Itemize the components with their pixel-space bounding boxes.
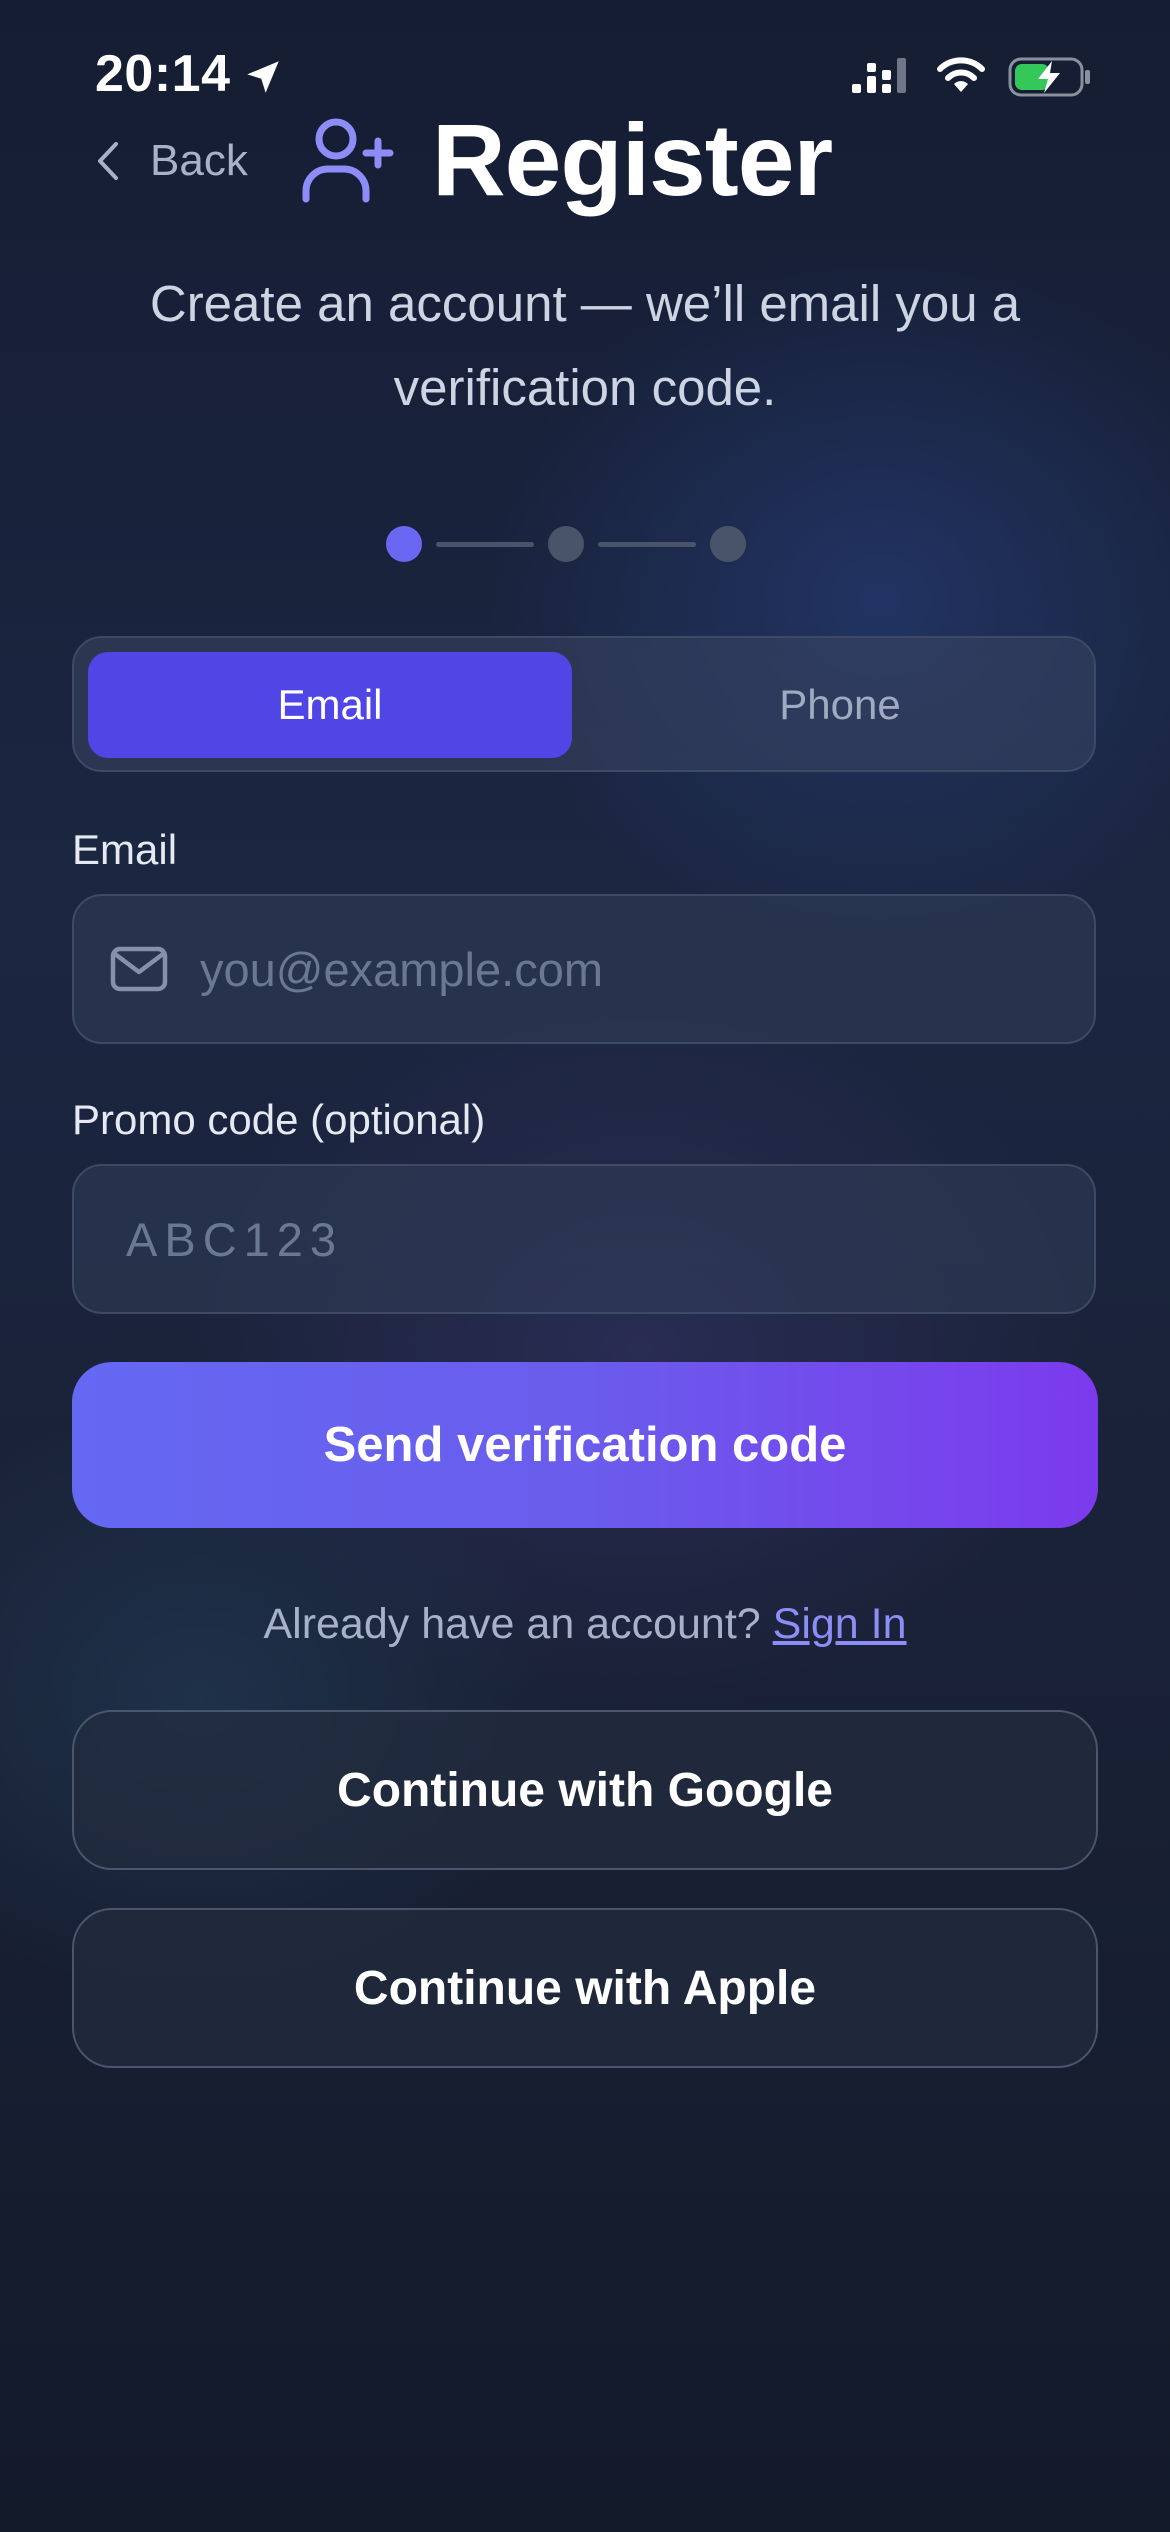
- page-subtitle: Create an account — we’ll email you a ve…: [149, 275, 1021, 416]
- step-dot-2: [548, 526, 584, 562]
- promo-code-label: Promo code (optional): [72, 1096, 486, 1143]
- cellular-signal-icon: [852, 58, 906, 93]
- signin-row: Already have an account? Sign In: [0, 1600, 1170, 1649]
- continue-with-google-button[interactable]: Continue with Google: [72, 1710, 1098, 1870]
- promo-code-field-container[interactable]: [72, 1164, 1096, 1314]
- step-dot-3: [710, 526, 746, 562]
- step-dot-1: [386, 526, 422, 562]
- step-connector: [436, 541, 534, 547]
- wifi-icon: [937, 57, 985, 92]
- step-indicator: [386, 526, 746, 562]
- back-button[interactable]: Back: [96, 128, 248, 194]
- location-arrow-icon: [247, 61, 279, 93]
- email-field-container[interactable]: [72, 894, 1096, 1044]
- user-plus-icon: [302, 118, 394, 203]
- mail-icon: [110, 946, 168, 992]
- email-input[interactable]: [198, 940, 1094, 998]
- continue-with-apple-button[interactable]: Continue with Apple: [72, 1908, 1098, 2068]
- chevron-left-icon: [98, 142, 118, 180]
- page-title: Register: [432, 102, 833, 217]
- tab-email[interactable]: Email: [88, 652, 572, 758]
- tab-phone[interactable]: Phone: [598, 652, 1082, 758]
- back-label: Back: [150, 136, 248, 185]
- page-header: Register: [300, 100, 833, 220]
- step-connector: [598, 541, 696, 547]
- email-label: Email: [72, 826, 178, 873]
- signin-prompt: Already have an account?: [263, 1600, 773, 1648]
- status-time: 20:14: [95, 45, 231, 103]
- battery-charging-icon: [1008, 57, 1090, 97]
- method-toggle: Email Phone: [72, 636, 1096, 772]
- promo-code-input[interactable]: [124, 1210, 1094, 1268]
- send-verification-code-button[interactable]: Send verification code: [72, 1362, 1098, 1528]
- sign-in-link[interactable]: Sign In: [773, 1600, 907, 1648]
